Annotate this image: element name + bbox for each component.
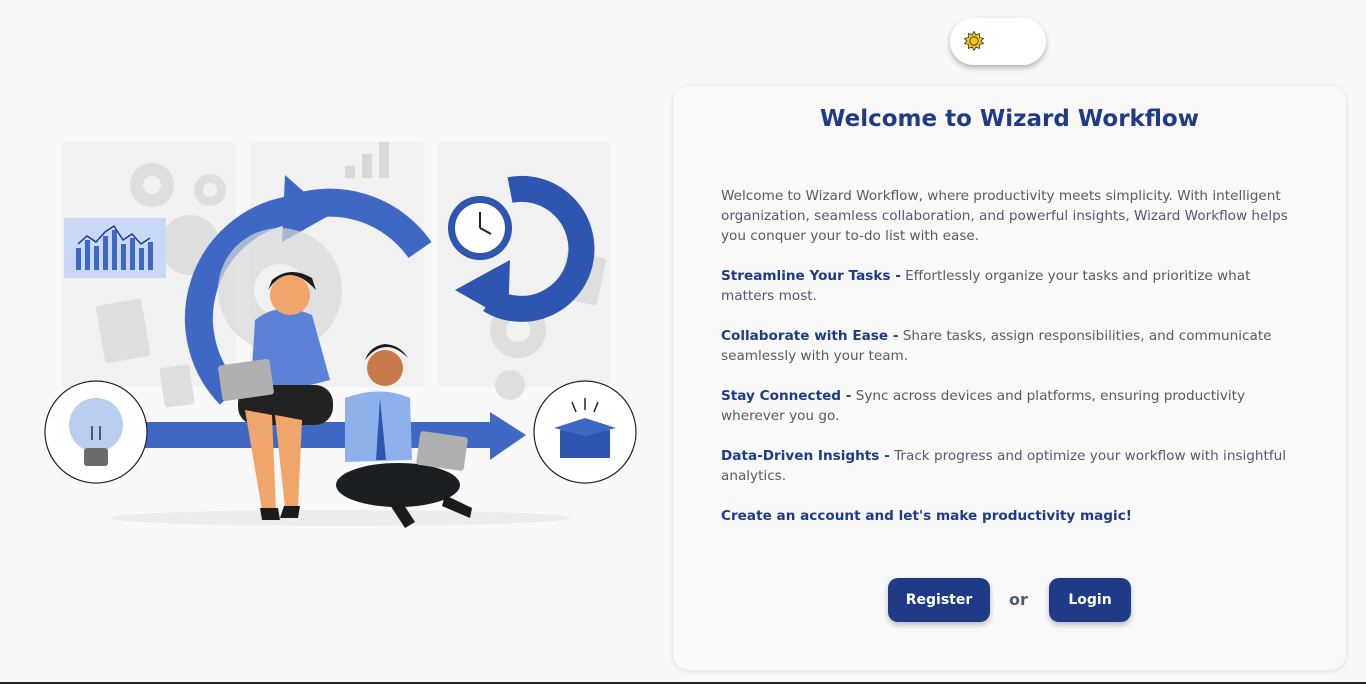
welcome-card: Welcome to Wizard Workflow Welcome to Wi… xyxy=(673,86,1346,670)
login-button[interactable]: Login xyxy=(1049,578,1131,622)
feature-heading: Data-Driven Insights - xyxy=(721,448,890,464)
feature-connected: Stay Connected - Sync across devices and… xyxy=(721,386,1301,426)
feature-heading: Stay Connected - xyxy=(721,388,852,404)
feature-collaborate: Collaborate with Ease - Share tasks, ass… xyxy=(721,326,1301,366)
feature-heading: Streamline Your Tasks - xyxy=(721,268,901,284)
call-to-action: Create an account and let's make product… xyxy=(721,508,1132,524)
page-title: Welcome to Wizard Workflow xyxy=(820,106,1199,132)
register-button[interactable]: Register xyxy=(888,578,990,622)
feature-insights: Data-Driven Insights - Track progress an… xyxy=(721,446,1301,486)
intro-paragraph: Welcome to Wizard Workflow, where produc… xyxy=(721,188,1288,244)
hero-illustration xyxy=(40,130,640,540)
sun-icon xyxy=(964,31,984,51)
or-separator: or xyxy=(1009,590,1028,609)
feature-streamline: Streamline Your Tasks - Effortlessly org… xyxy=(721,266,1301,306)
theme-toggle[interactable] xyxy=(950,18,1046,65)
feature-heading: Collaborate with Ease - xyxy=(721,328,899,344)
